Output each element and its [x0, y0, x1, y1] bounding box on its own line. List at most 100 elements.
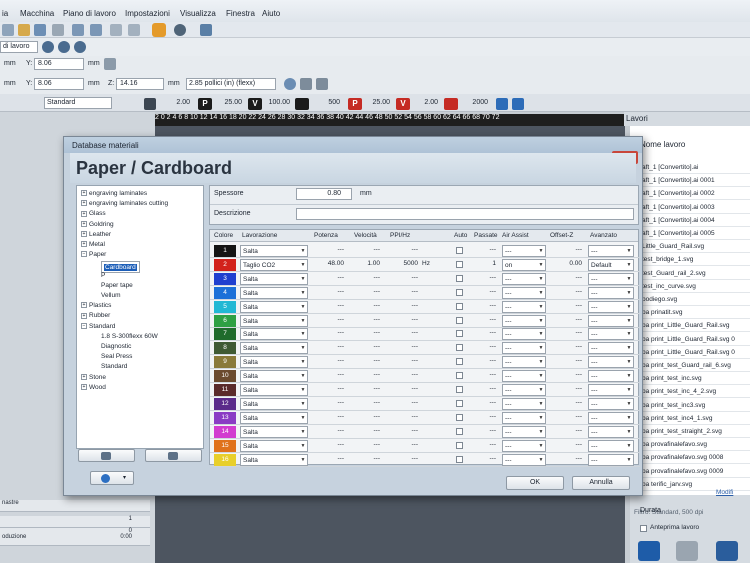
auto-checkbox[interactable]: [456, 260, 463, 268]
ok-button[interactable]: OK: [506, 476, 564, 490]
power-cell[interactable]: ---: [314, 316, 345, 323]
job-list-item[interactable]: test_Guard_rail_2.svg: [640, 268, 750, 280]
eye-icon[interactable]: [152, 23, 166, 37]
save-icon[interactable]: [34, 24, 46, 36]
speed-cell[interactable]: ---: [350, 357, 381, 364]
advanced-select[interactable]: --- ▼: [588, 314, 634, 327]
offset-z-cell[interactable]: ---: [552, 302, 583, 309]
settings-menu-button[interactable]: ▾: [90, 471, 134, 485]
undo-param-icon[interactable]: [496, 98, 508, 110]
auto-checkbox[interactable]: [456, 427, 463, 435]
auto-checkbox[interactable]: [456, 399, 463, 407]
offset-z-cell[interactable]: ---: [552, 343, 583, 350]
offset-z-cell[interactable]: ---: [552, 427, 583, 434]
speed-cell[interactable]: ---: [350, 413, 381, 420]
advanced-select[interactable]: --- ▼: [588, 370, 634, 383]
thickness-input[interactable]: 0.80: [296, 188, 352, 200]
job-list-item[interactable]: podiego.svg: [640, 294, 750, 306]
speed-cell[interactable]: ---: [350, 385, 381, 392]
speed-cell[interactable]: ---: [350, 288, 381, 295]
process-select[interactable]: Salta ▼: [240, 356, 308, 369]
passes-cell[interactable]: ---: [476, 246, 497, 253]
job-list-item[interactable]: pa provafinalefavo.svg: [640, 439, 750, 452]
power-cell[interactable]: ---: [314, 399, 345, 406]
work-area-select[interactable]: di lavoro: [0, 41, 38, 53]
advanced-select[interactable]: --- ▼: [588, 397, 634, 410]
power-cell[interactable]: ---: [314, 455, 345, 462]
tree-item[interactable]: + Metal: [81, 241, 105, 248]
speed-cell[interactable]: ---: [350, 302, 381, 309]
process-select[interactable]: Salta ▼: [240, 328, 308, 341]
tree-item[interactable]: Vellum: [101, 292, 121, 299]
play-icon[interactable]: [638, 541, 660, 561]
tree-item[interactable]: + Rubber: [81, 312, 110, 319]
air-assist-select[interactable]: --- ▼: [502, 397, 546, 410]
expand-icon[interactable]: +: [81, 302, 87, 309]
edit-material-button[interactable]: [145, 449, 202, 462]
advanced-select[interactable]: --- ▼: [588, 356, 634, 369]
job-list-item[interactable]: pa print_test_inc4_1.svg: [640, 413, 750, 425]
auto-checkbox[interactable]: [456, 358, 463, 366]
offset-z-cell[interactable]: ---: [552, 357, 583, 364]
speed-cell[interactable]: ---: [350, 399, 381, 406]
process-select[interactable]: Taglio CO2 ▼: [240, 258, 308, 271]
tree-item[interactable]: Cardboard: [101, 261, 140, 274]
ppi-cell[interactable]: ---: [386, 288, 419, 295]
ppi-cell[interactable]: ---: [386, 357, 419, 364]
advanced-select[interactable]: --- ▼: [588, 342, 634, 355]
stop-icon[interactable]: [676, 541, 698, 561]
ppi-cell[interactable]: ---: [386, 274, 419, 281]
process-select[interactable]: Salta ▼: [240, 370, 308, 383]
advanced-select[interactable]: --- ▼: [588, 300, 634, 313]
undo-icon[interactable]: [72, 24, 84, 36]
offset-z-cell[interactable]: ---: [552, 413, 583, 420]
speed-cell[interactable]: ---: [350, 427, 381, 434]
offset-z-cell[interactable]: ---: [552, 246, 583, 253]
ppi-cell[interactable]: ---: [386, 246, 419, 253]
passes-cell[interactable]: ---: [476, 288, 497, 295]
ppi-cell[interactable]: ---: [386, 385, 419, 392]
description-input[interactable]: [296, 208, 634, 220]
advanced-select[interactable]: --- ▼: [588, 439, 634, 452]
tree-item[interactable]: + Leather: [81, 231, 111, 238]
process-select[interactable]: Salta ▼: [240, 300, 308, 313]
tree-item[interactable]: − Paper: [81, 251, 106, 258]
offset-z-cell[interactable]: ---: [552, 441, 583, 448]
power-cell[interactable]: ---: [314, 343, 345, 350]
expand-icon[interactable]: +: [81, 200, 87, 207]
advanced-select[interactable]: --- ▼: [588, 425, 634, 438]
speed-cell[interactable]: 1.00: [350, 260, 380, 267]
speed-cell[interactable]: ---: [350, 343, 381, 350]
modify-link[interactable]: Modifi: [716, 489, 733, 496]
power-cell[interactable]: ---: [314, 385, 345, 392]
power-cell[interactable]: 48.00: [314, 260, 344, 267]
passes-cell[interactable]: 1: [476, 260, 496, 267]
power-cell[interactable]: ---: [314, 302, 345, 309]
ppi-cell[interactable]: ---: [386, 329, 419, 336]
ppi-cell[interactable]: ---: [386, 399, 419, 406]
job-list-item[interactable]: pa print_test_inc3.svg: [640, 400, 750, 412]
hatch-value[interactable]: 2.00: [168, 99, 190, 106]
passes-cell[interactable]: ---: [476, 316, 497, 323]
ppi-cell[interactable]: ---: [386, 441, 419, 448]
dialog-titlebar[interactable]: Database materiali: [64, 137, 642, 153]
open-folder-icon[interactable]: [18, 24, 30, 36]
tree-item[interactable]: + engraving laminates cutting: [81, 200, 168, 207]
job-list-item[interactable]: aft_1 [Convertito].ai: [640, 162, 750, 174]
ppi-cell[interactable]: 5000: [386, 260, 418, 267]
mode-select[interactable]: Standard: [44, 97, 112, 109]
tree-item[interactable]: Seal Press: [101, 353, 132, 360]
power-cell[interactable]: ---: [314, 246, 345, 253]
job-list-item[interactable]: test_inc_curve.svg: [640, 281, 750, 293]
offset-z-cell[interactable]: ---: [552, 371, 583, 378]
passes-cell[interactable]: ---: [476, 455, 497, 462]
expand-icon[interactable]: +: [81, 231, 87, 238]
job-list-item[interactable]: pa terific_jarv.svg: [640, 479, 750, 491]
auto-checkbox[interactable]: [456, 330, 463, 338]
y-field[interactable]: 8.06: [34, 58, 84, 70]
passes-cell[interactable]: ---: [476, 399, 497, 406]
auto-checkbox[interactable]: [456, 247, 463, 254]
offset-z-cell[interactable]: ---: [552, 274, 583, 281]
tree-item[interactable]: Standard: [101, 363, 127, 370]
expand-icon[interactable]: +: [81, 373, 87, 380]
